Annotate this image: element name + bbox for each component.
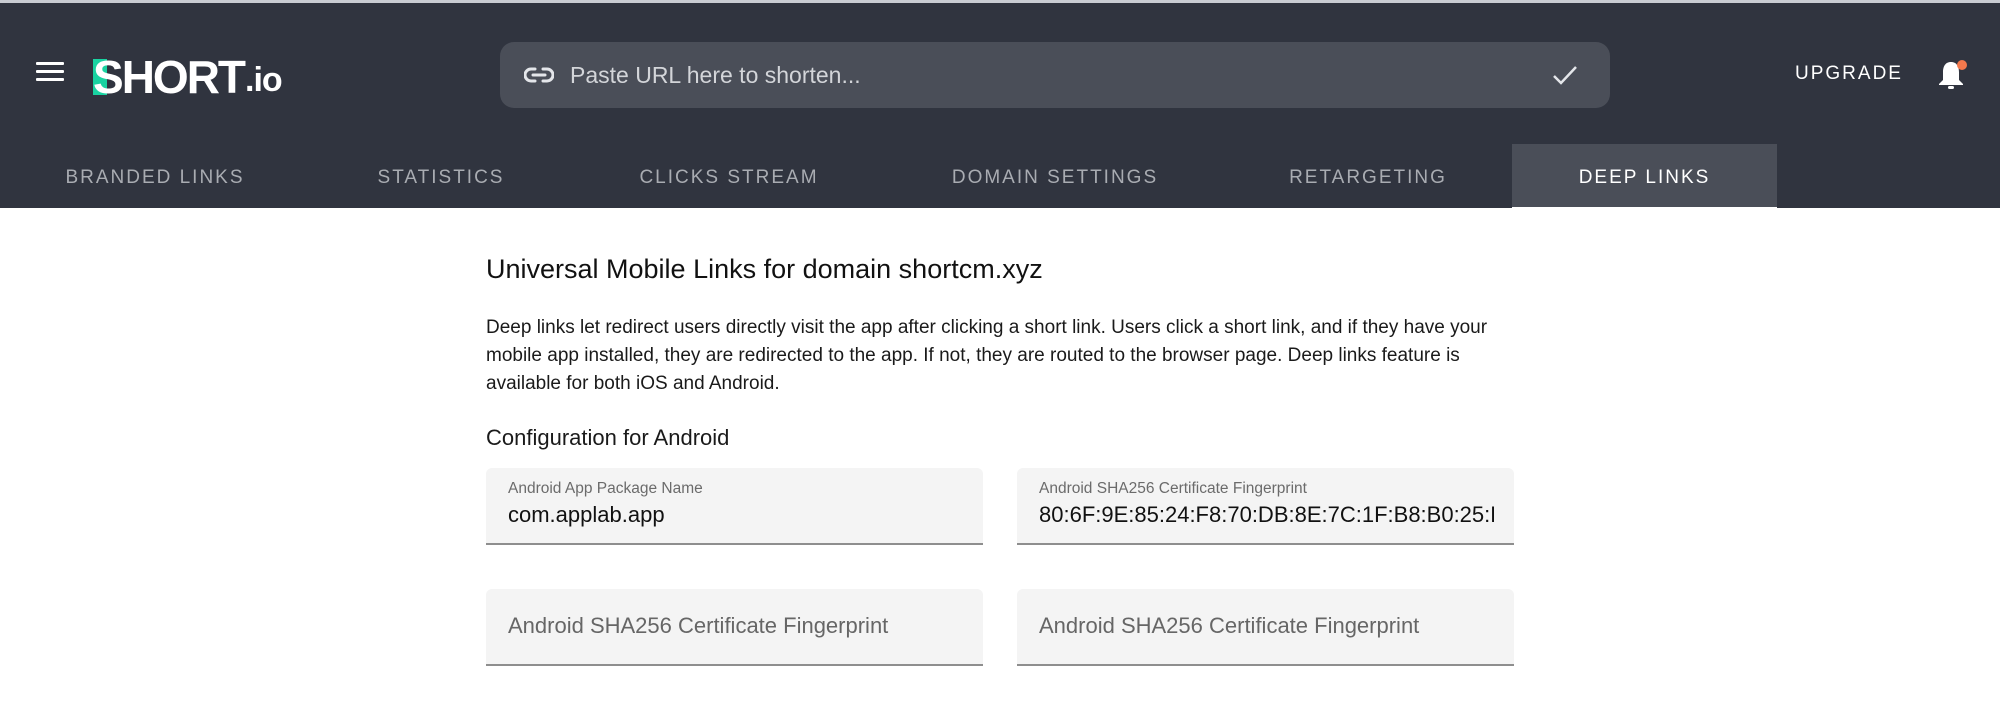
app-header: S HORT .io UPGRADE BRANDED LINKS STATIST…: [0, 3, 2000, 211]
android-package-name-field[interactable]: Android App Package Name: [486, 468, 983, 545]
deep-links-description: Deep links let redirect users directly v…: [486, 317, 1488, 394]
link-icon: [524, 65, 554, 85]
short-io-logo[interactable]: S HORT .io: [93, 51, 283, 103]
logo-tld: .io: [245, 61, 283, 99]
tab-branded-links[interactable]: BRANDED LINKS: [20, 144, 290, 211]
tab-deep-links[interactable]: DEEP LINKS: [1512, 144, 1777, 211]
android-sha256-field-1[interactable]: Android SHA256 Certificate Fingerprint: [1017, 468, 1514, 545]
android-sha256-input-3[interactable]: [1039, 613, 1494, 639]
android-package-name-input[interactable]: [508, 502, 963, 528]
android-section-title: Configuration for Android: [486, 425, 730, 450]
main-tabs: BRANDED LINKS STATISTICS CLICKS STREAM D…: [0, 144, 2000, 211]
hamburger-menu-icon[interactable]: [36, 62, 64, 84]
notification-badge: [1957, 60, 1967, 70]
tab-retargeting[interactable]: RETARGETING: [1233, 144, 1503, 211]
notifications-bell-icon[interactable]: [1936, 59, 1967, 91]
logo-text: HORT: [121, 51, 246, 103]
android-sha256-field-3[interactable]: [1017, 589, 1514, 666]
tab-statistics[interactable]: STATISTICS: [306, 144, 576, 211]
android-sha256-input-2[interactable]: [508, 613, 963, 639]
field-label: Android SHA256 Certificate Fingerprint: [1039, 480, 1307, 497]
upgrade-button[interactable]: UPGRADE: [1795, 63, 1903, 85]
check-icon[interactable]: [1550, 60, 1580, 90]
android-sha256-field-2[interactable]: [486, 589, 983, 666]
deep-links-content: Universal Mobile Links for domain shortc…: [486, 252, 1514, 452]
android-sha256-input-1[interactable]: [1039, 502, 1494, 528]
logo-s-mark: S: [93, 51, 124, 103]
tab-domain-settings[interactable]: DOMAIN SETTINGS: [920, 144, 1190, 211]
field-label: Android App Package Name: [508, 480, 703, 497]
url-input[interactable]: [568, 60, 1550, 90]
page-title: Universal Mobile Links for domain shortc…: [486, 254, 1043, 284]
shorten-url-bar: [500, 42, 1610, 108]
tab-clicks-stream[interactable]: CLICKS STREAM: [594, 144, 864, 211]
